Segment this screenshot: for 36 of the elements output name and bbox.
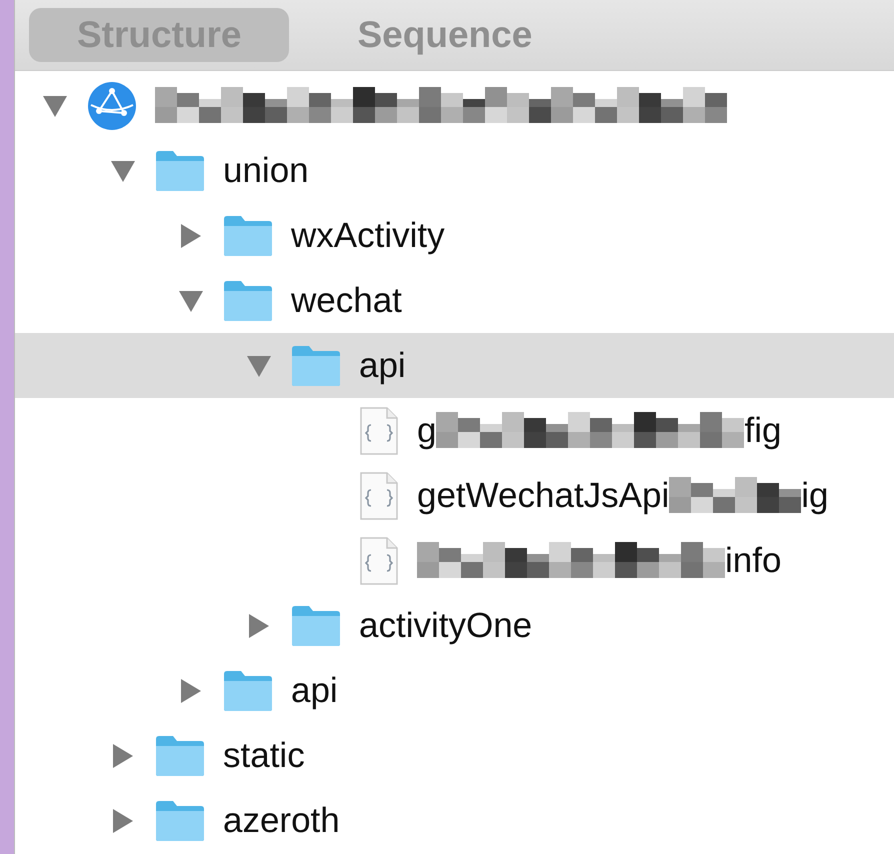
tree-row[interactable]: union	[15, 138, 894, 203]
folder-icon	[291, 604, 341, 646]
folder-icon	[155, 150, 205, 192]
folder-icon	[223, 214, 273, 256]
folder-icon	[223, 670, 273, 712]
folder-name: wxActivity	[291, 216, 445, 256]
file-name-end: fig	[744, 410, 782, 450]
tree-row[interactable]: static	[15, 723, 894, 788]
folder-icon	[155, 734, 205, 776]
json-file-icon	[359, 406, 399, 454]
tree-row[interactable]: info	[15, 528, 894, 593]
file-name-start: getWechatJsApi	[417, 476, 670, 516]
tree-row[interactable]: azeroth	[15, 788, 894, 853]
folder-icon	[155, 800, 205, 842]
json-file-icon	[359, 536, 399, 584]
folder-name: wechat	[291, 280, 402, 320]
file-name-end: info	[725, 540, 782, 580]
folder-name: api	[291, 670, 338, 710]
tree-row[interactable]: activityOne	[15, 593, 894, 658]
file-name-end: ig	[801, 476, 829, 516]
folder-name: union	[223, 150, 309, 190]
folder-name: activityOne	[359, 606, 532, 646]
folder-name: api	[359, 346, 406, 386]
folder-name: static	[223, 736, 305, 776]
folder-name: azeroth	[223, 800, 340, 840]
tree-row[interactable]: getWechatJsApi ig	[15, 463, 894, 528]
tree-row[interactable]: api	[15, 658, 894, 723]
selected-tree-row[interactable]: api	[15, 333, 894, 398]
tree-row[interactable]: g fig	[15, 398, 894, 463]
folder-icon	[291, 344, 341, 386]
globe-icon	[87, 80, 137, 130]
tree-row[interactable]: wxActivity	[15, 203, 894, 268]
file-name-start: g	[417, 410, 436, 450]
json-file-icon	[359, 472, 399, 520]
tree-row[interactable]: wechat	[15, 268, 894, 333]
folder-icon	[223, 280, 273, 322]
